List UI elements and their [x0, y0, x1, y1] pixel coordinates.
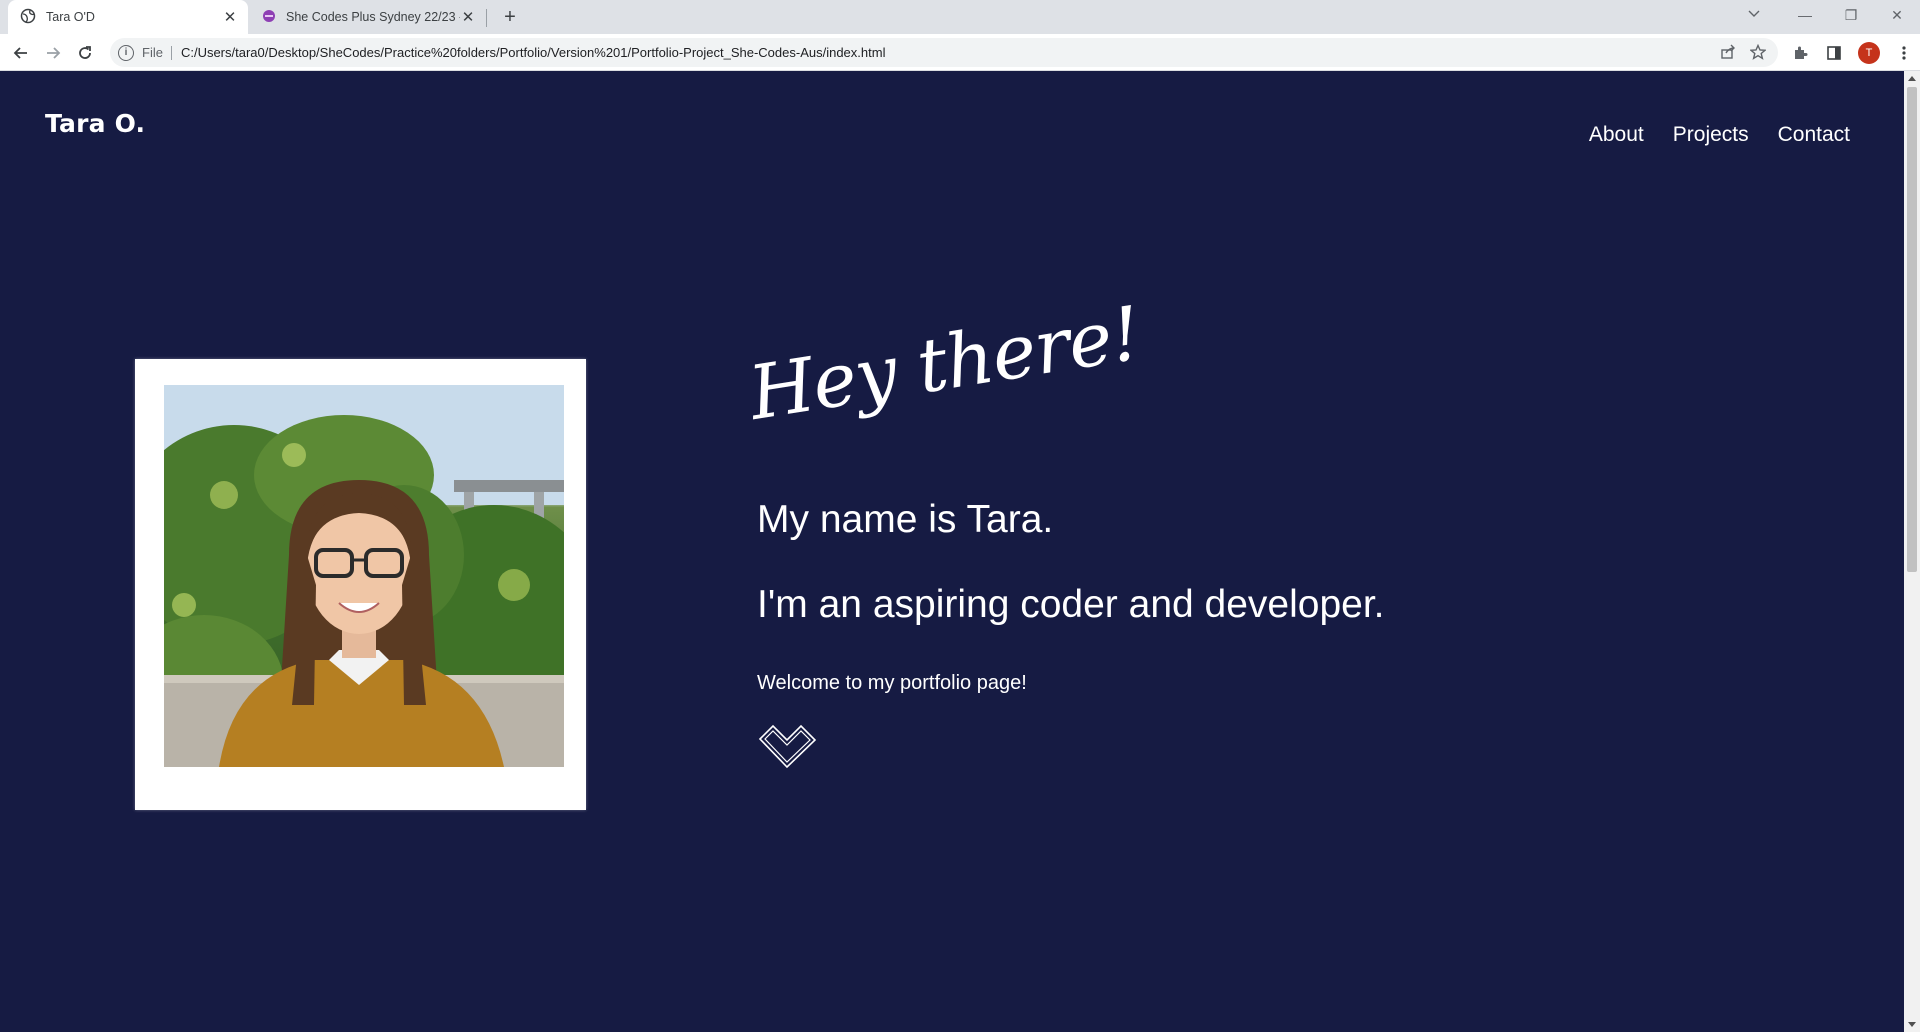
- tab-title: She Codes Plus Sydney 22/23 - S: [286, 10, 460, 24]
- hero-tagline: I'm an aspiring coder and developer.: [757, 583, 1385, 626]
- window-controls: — ❐ ✕: [1782, 0, 1920, 30]
- close-window-icon[interactable]: ✕: [1874, 7, 1920, 24]
- address-bar[interactable]: i File C:/Users/tara0/Desktop/SheCodes/P…: [110, 38, 1778, 67]
- side-panel-icon[interactable]: [1824, 43, 1844, 63]
- tab-active[interactable]: Tara O'D ✕: [8, 0, 248, 34]
- heart-icon: [757, 719, 819, 774]
- page-scrollbar[interactable]: [1904, 71, 1920, 1032]
- forward-arrow-icon[interactable]: [40, 40, 66, 66]
- globe-icon: [20, 8, 36, 27]
- nav-link-contact[interactable]: Contact: [1778, 123, 1850, 147]
- scheme-label: File: [142, 45, 172, 60]
- close-tab-icon[interactable]: ✕: [222, 9, 238, 26]
- hero-welcome-text: Welcome to my portfolio page!: [757, 672, 1027, 694]
- profile-photo: [164, 385, 564, 767]
- tab-separator: [486, 9, 487, 27]
- back-arrow-icon[interactable]: [8, 40, 34, 66]
- tab-search-chevron-icon[interactable]: [1748, 7, 1760, 21]
- profile-photo-frame: [135, 359, 586, 810]
- info-icon[interactable]: i: [118, 44, 134, 61]
- profile-avatar[interactable]: T: [1858, 42, 1880, 64]
- scroll-up-icon[interactable]: [1908, 76, 1916, 81]
- browser-toolbar: i File C:/Users/tara0/Desktop/SheCodes/P…: [0, 34, 1920, 71]
- nav-link-projects[interactable]: Projects: [1673, 123, 1749, 147]
- tab-inactive[interactable]: She Codes Plus Sydney 22/23 - S ✕: [252, 0, 486, 34]
- share-icon[interactable]: [1720, 44, 1736, 63]
- hero-name-heading: My name is Tara.: [757, 498, 1054, 541]
- browser-tab-bar: Tara O'D ✕ She Codes Plus Sydney 22/23 -…: [0, 0, 1920, 34]
- minimize-icon[interactable]: —: [1782, 7, 1828, 23]
- kebab-menu-icon[interactable]: [1894, 43, 1914, 63]
- tab-title: Tara O'D: [46, 10, 95, 24]
- scroll-down-icon[interactable]: [1908, 1022, 1916, 1027]
- close-tab-icon[interactable]: ✕: [460, 9, 476, 26]
- reload-icon[interactable]: [72, 40, 98, 66]
- url-text[interactable]: C:/Users/tara0/Desktop/SheCodes/Practice…: [181, 45, 886, 60]
- bookmark-star-icon[interactable]: [1749, 43, 1767, 63]
- she-codes-favicon-icon: [262, 9, 276, 26]
- extensions-puzzle-icon[interactable]: [1790, 43, 1810, 63]
- nav-link-about[interactable]: About: [1589, 123, 1644, 147]
- hero-greeting: Hey there!: [743, 290, 1146, 437]
- site-nav: About Projects Contact: [1589, 123, 1850, 147]
- restore-icon[interactable]: ❐: [1828, 7, 1874, 24]
- scroll-thumb[interactable]: [1907, 87, 1917, 572]
- new-tab-button[interactable]: +: [497, 4, 523, 30]
- hero-section: Hey there! My name is Tara. I'm an aspir…: [744, 290, 1385, 769]
- site-logo[interactable]: Tara O.: [45, 109, 145, 138]
- page-viewport: Tara O. About Projects Contact Hey there…: [0, 71, 1904, 1032]
